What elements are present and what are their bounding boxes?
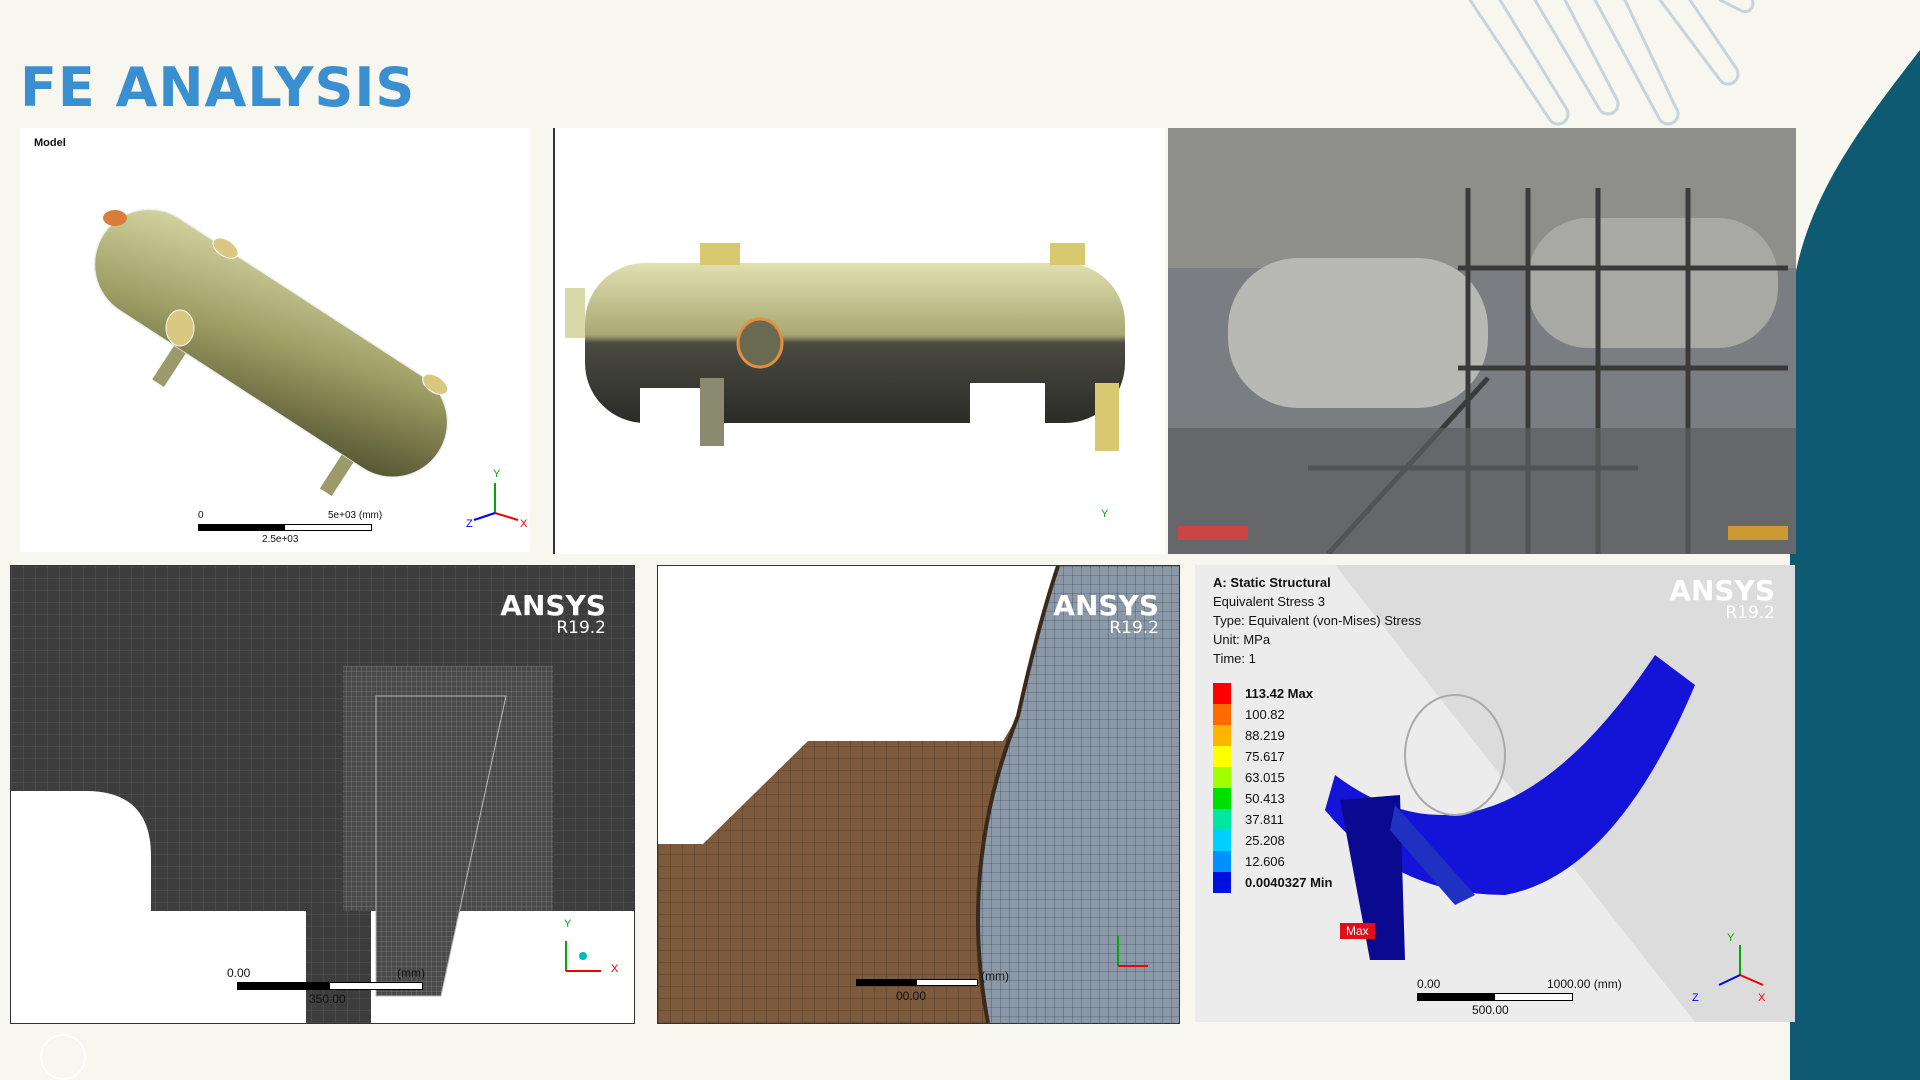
legend-row: 113.42 Max [1213,683,1332,704]
legend-swatch [1213,851,1231,872]
legend-value: 25.208 [1245,833,1285,848]
legend-value: 113.42 Max [1245,686,1313,701]
ansys-version: R19.2 [1725,603,1775,623]
axis-z-label: Z [466,518,473,530]
model-side-view[interactable]: Y [553,128,1165,554]
scale-start: 0.00 [1417,977,1441,991]
legend-swatch [1213,746,1231,767]
legend-row: 0.0040327 Min [1213,872,1332,893]
teal-side-decoration [1790,50,1920,1080]
model-isometric-view[interactable]: Model 0 5e+03 (mm) 2.5e+03 Y X Z [20,128,530,552]
analysis-title: A: Static Structural [1213,575,1331,590]
axis-x-label: X [611,963,619,975]
axis-x-label: X [1758,992,1766,1004]
result-type: Type: Equivalent (von-Mises) Stress [1213,613,1422,628]
legend-value: 75.617 [1245,749,1285,764]
legend-value: 50.413 [1245,791,1285,806]
result-unit: Unit: MPa [1213,632,1271,647]
scale-end: 5e+03 (mm) [328,510,383,521]
scale-mid: 2.5e+03 [262,534,299,545]
axis-y-label: Y [1101,508,1109,520]
mesh-saddle-view[interactable]: ANSYS R19.2 0.00 (mm) 350.00 Y X [10,565,635,1024]
scale-start: 0.00 [227,966,251,980]
pressure-vessel-side [565,243,1125,451]
legend-row: 63.015 [1213,767,1332,788]
result-legend-header: A: Static Structural Equivalent Stress 3… [1213,573,1421,668]
legend-swatch [1213,683,1231,704]
scale-end: (mm) [397,966,425,980]
axis-y-label: Y [564,918,572,930]
globe-icon [40,1034,86,1080]
legend-swatch [1213,872,1231,893]
pressure-vessel-isometric [93,208,449,496]
scale-end: 1000.00 (mm) [1547,977,1622,991]
legend-row: 50.413 [1213,788,1332,809]
legend-swatch [1213,704,1231,725]
refinery-photo [1168,128,1796,554]
legend-row: 37.811 [1213,809,1332,830]
legend-swatch [1213,830,1231,851]
legend-swatch [1213,809,1231,830]
ansys-version: R19.2 [556,618,606,638]
slide-title: FE ANALYSIS [20,56,416,119]
legend-value: 100.82 [1245,707,1285,722]
legend-row: 75.617 [1213,746,1332,767]
legend-value: 0.0040327 Min [1245,875,1333,890]
ansys-logo: ANSYS R19.2 [500,592,606,637]
result-time: Time: 1 [1213,651,1256,666]
max-stress-tag: Max [1340,923,1375,939]
scale-end: (mm) [981,969,1009,983]
stress-color-legend: 113.42 Max 100.82 88.219 75.617 63.015 50.413… [1213,683,1332,893]
legend-value: 37.811 [1245,812,1284,827]
legend-row: 12.606 [1213,851,1332,872]
mesh-shell-view[interactable]: ANSYS R19.2 00.00 (mm) [657,565,1180,1024]
scale-mid: 500.00 [1472,1003,1509,1017]
coordinate-triad [565,941,601,972]
legend-row: 25.208 [1213,830,1332,851]
legend-row: 88.219 [1213,725,1332,746]
coordinate-triad [1117,936,1148,967]
axis-z-label: Z [1692,992,1699,1004]
scale-start: 0 [198,510,204,521]
ansys-logo: ANSYS R19.2 [1053,592,1159,637]
scale-mid: 350.00 [309,992,346,1006]
result-name: Equivalent Stress 3 [1213,594,1326,609]
legend-value: 88.219 [1245,728,1285,743]
axis-y-label: Y [493,468,501,480]
ansys-version: R19.2 [1109,618,1159,638]
axis-x-label: X [520,518,528,530]
diagonal-lines-decoration [1468,0,1755,126]
ansys-logo: ANSYS R19.2 [1669,577,1775,622]
legend-swatch [1213,788,1231,809]
legend-swatch [1213,725,1231,746]
stress-result-view[interactable]: A: Static Structural Equivalent Stress 3… [1195,565,1795,1022]
legend-value: 63.015 [1245,770,1285,785]
legend-row: 100.82 [1213,704,1332,725]
legend-swatch [1213,767,1231,788]
legend-value: 12.606 [1245,854,1285,869]
scale-mid: 00.00 [896,989,927,1003]
refinery-photo-illustration [1168,128,1796,554]
axis-y-label: Y [1727,932,1735,944]
coordinate-triad [1718,945,1764,986]
